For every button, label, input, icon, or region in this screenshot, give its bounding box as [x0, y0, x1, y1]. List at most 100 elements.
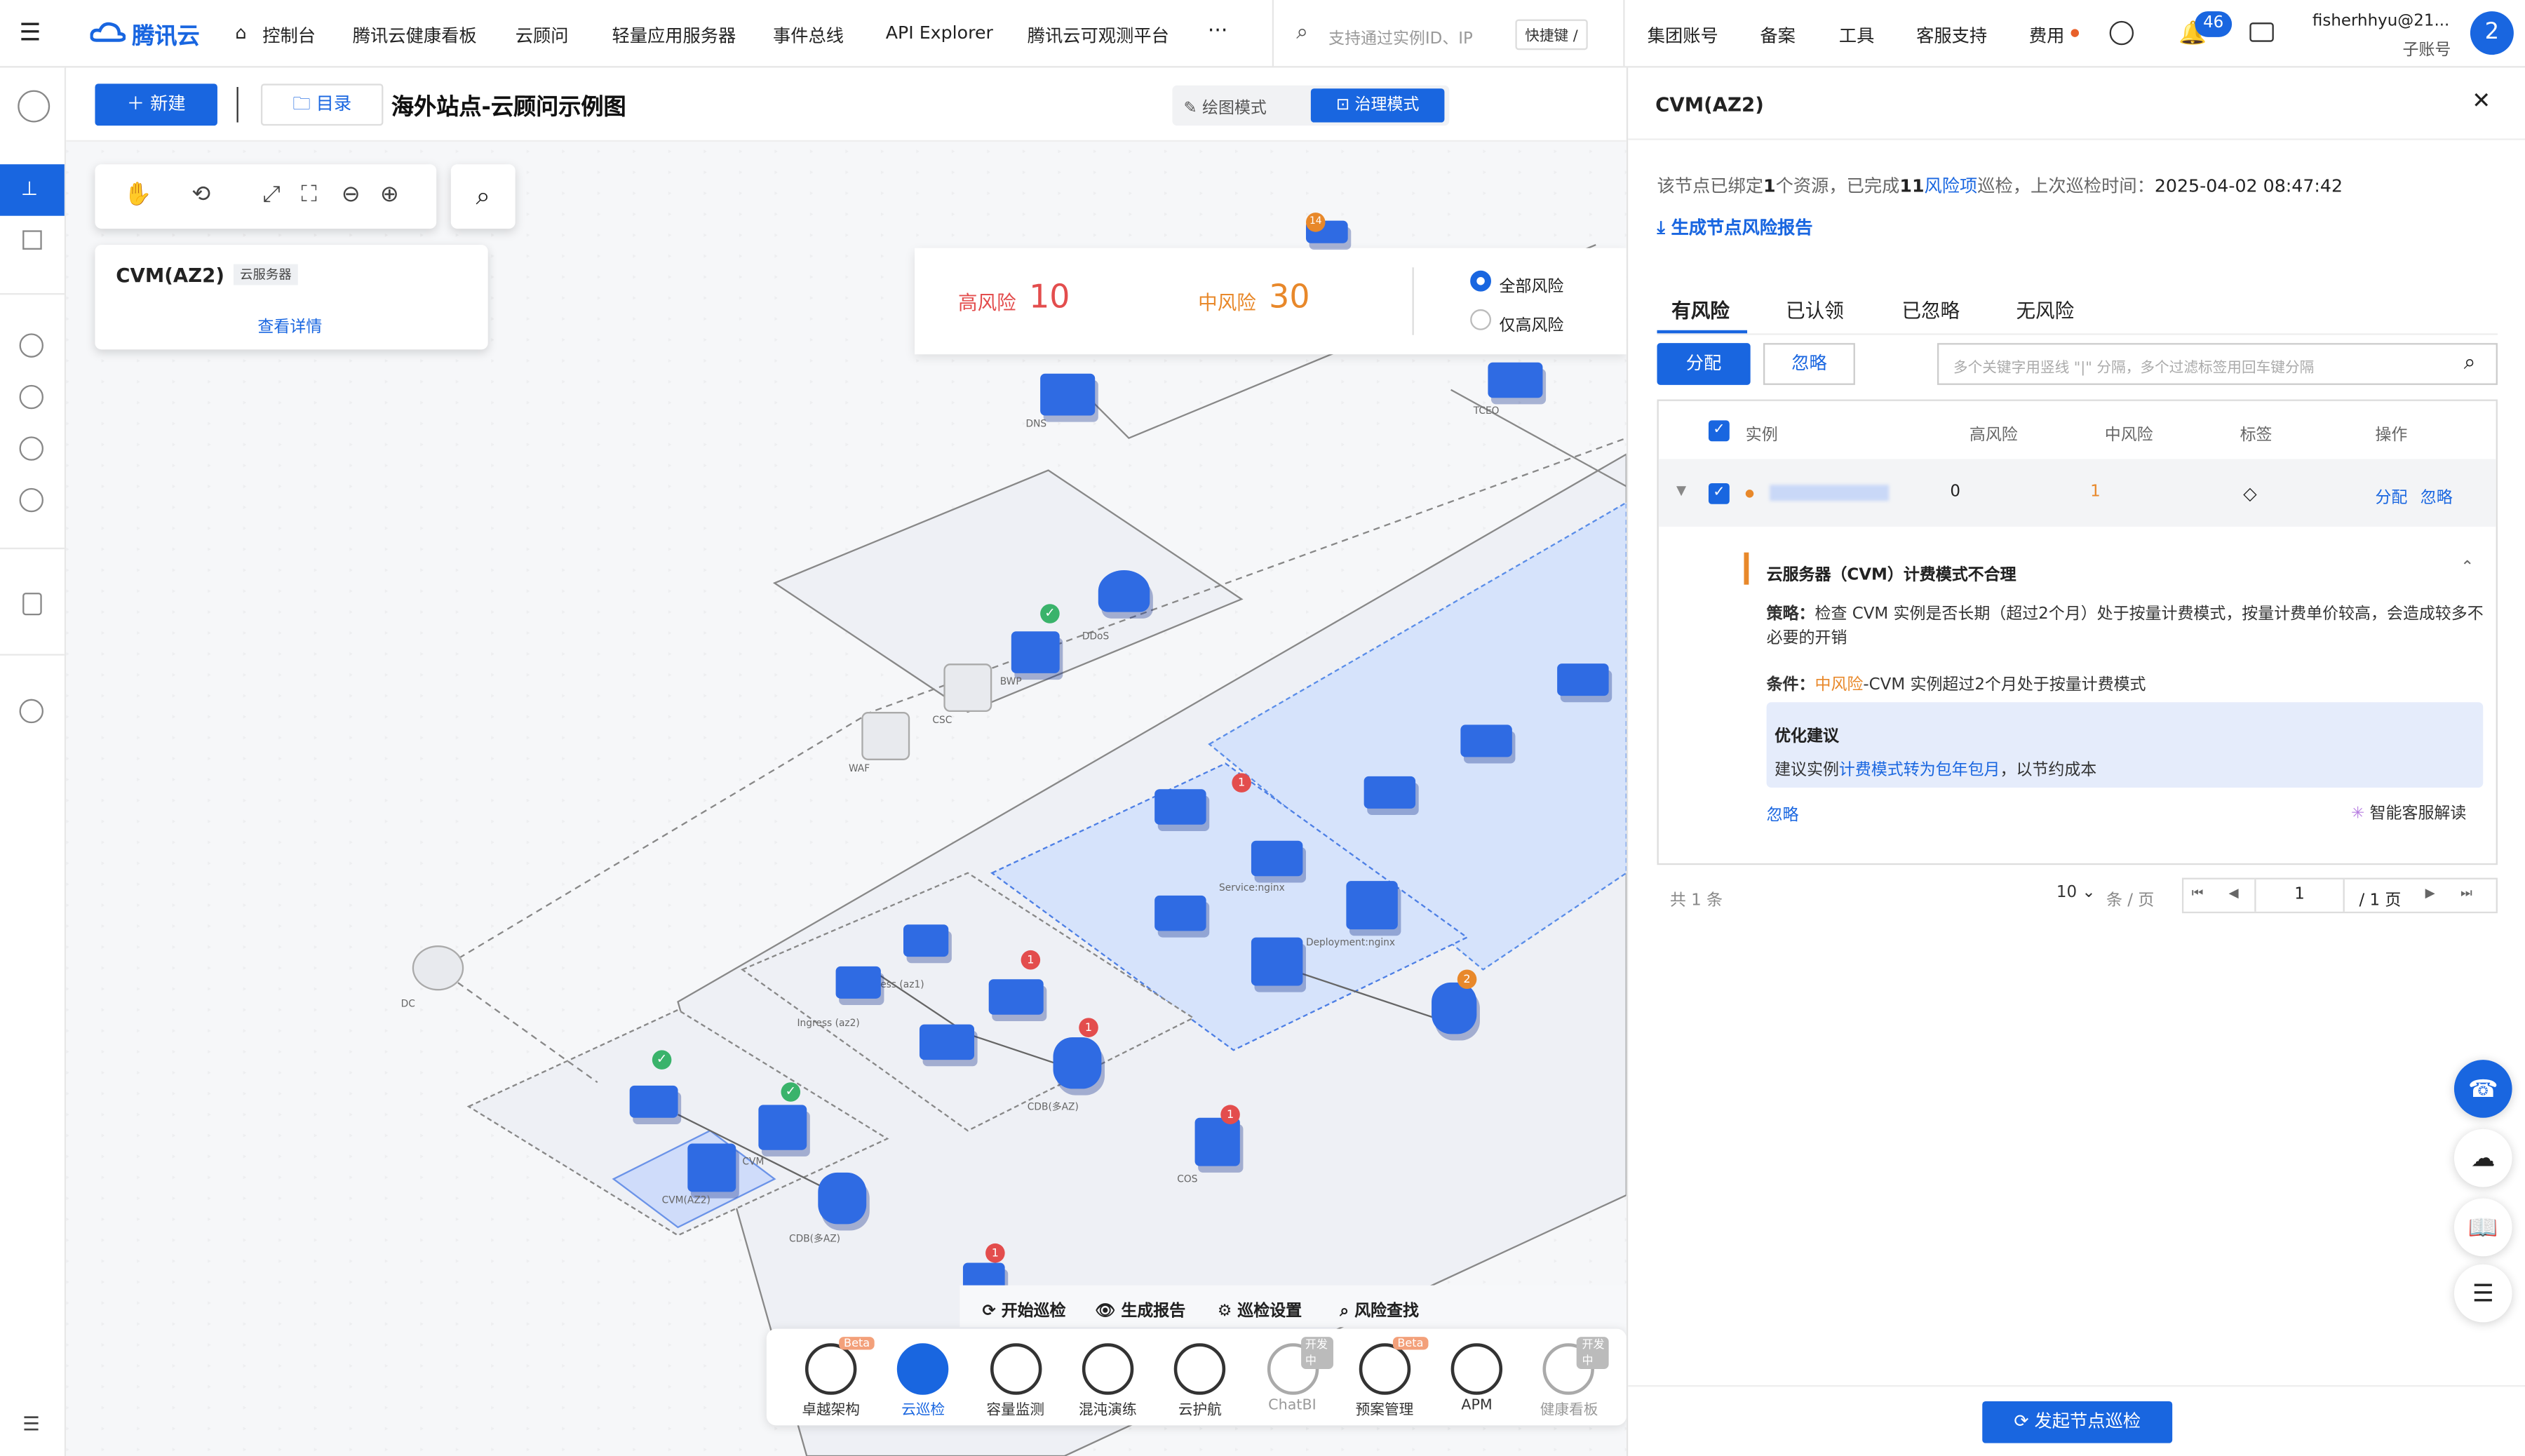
diagram-node-service-kubia[interactable]	[1364, 776, 1416, 809]
dock-item-chatbi[interactable]: ChatBI 开发中	[1252, 1337, 1333, 1420]
nav-health-board[interactable]: 腾讯云健康看板	[353, 22, 477, 48]
tab-has-risk[interactable]: 有风险	[1671, 297, 1730, 324]
detail-ignore-link[interactable]: 忽略	[1767, 800, 1799, 825]
cloud-icon[interactable]: ☁	[2453, 1128, 2512, 1187]
risk-icon[interactable]	[19, 333, 43, 358]
nav-icp[interactable]: 备案	[1760, 22, 1796, 48]
govern-mode-tab[interactable]: ⊡ 治理模式	[1310, 88, 1445, 123]
diagram-node-bwp[interactable]	[1011, 631, 1060, 673]
avatar[interactable]: 2	[2470, 11, 2514, 55]
diagram-node-dc[interactable]	[412, 945, 464, 991]
expand-caret-icon[interactable]: ▼	[1676, 483, 1686, 498]
nav-console[interactable]: 控制台	[262, 22, 316, 48]
summary-risk-link[interactable]: 风险项	[1925, 175, 1978, 196]
draw-mode-tab[interactable]: ✎ 绘图模式	[1183, 93, 1266, 117]
nav-tools[interactable]: 工具	[1839, 22, 1875, 48]
dock-item-architecture[interactable]: 卓越架构 Beta	[790, 1337, 875, 1420]
diagram-node-cdb[interactable]	[1432, 982, 1477, 1034]
diagram-node-cvm-az2[interactable]	[687, 1143, 736, 1192]
book-icon[interactable]	[22, 230, 42, 250]
dock-item-chaos[interactable]: 混沌演练	[1068, 1337, 1148, 1420]
diagram-node-service-kubia[interactable]	[1460, 724, 1512, 757]
tab-no-risk[interactable]: 无风险	[2016, 297, 2074, 324]
target-icon[interactable]	[19, 436, 43, 461]
tab-ignored[interactable]: 已忽略	[1901, 297, 1960, 324]
diagram-node-service-kubia[interactable]	[1557, 663, 1609, 696]
diagram-node-cdb[interactable]	[1053, 1037, 1102, 1089]
diagram-node-dns[interactable]	[1040, 373, 1096, 416]
zoom-in-icon[interactable]: ⊕	[380, 182, 399, 208]
diagram-node-waf[interactable]	[861, 712, 910, 760]
diagram-node-lb[interactable]	[988, 979, 1044, 1015]
nav-eventbridge[interactable]: 事件总线	[773, 22, 844, 48]
assign-button[interactable]: 分配	[1657, 343, 1751, 385]
rotate-icon[interactable]: ⟲	[191, 182, 210, 208]
dock-item-apm[interactable]: APM	[1436, 1337, 1517, 1420]
architecture-canvas[interactable]: ＋ 新建 🗀 目录 海外站点-云顾问示例图 ✎ 绘图模式 ⊡ 治理模式 ✋ ⟲ …	[66, 67, 1627, 1456]
account-name[interactable]: fisherhhyu@21...	[2312, 13, 2449, 30]
select-all-checkbox[interactable]: ✓	[1708, 420, 1730, 442]
row-ignore-link[interactable]: 忽略	[2420, 483, 2453, 507]
generate-node-report-button[interactable]: ⤓ 生成节点风险报告	[1657, 214, 1812, 240]
nav-support[interactable]: 客服支持	[1916, 22, 1987, 48]
dock-item-capacity[interactable]: 容量监测	[975, 1337, 1056, 1420]
diagram-node-lb[interactable]	[919, 1024, 975, 1060]
nav-api-explorer[interactable]: API Explorer	[886, 22, 993, 43]
suggestion-link[interactable]: 计费模式转为包年包月	[1839, 762, 2000, 779]
collapse-sidebar-icon[interactable]: ☰	[22, 1413, 40, 1435]
nav-group-account[interactable]: 集团账号	[1648, 22, 1718, 48]
ignore-button[interactable]: 忽略	[1763, 343, 1855, 385]
hand-icon[interactable]: ✋	[124, 182, 152, 208]
risk-find-button[interactable]: ⌕ 风险查找	[1340, 1297, 1419, 1321]
diagram-node-ingress-az1[interactable]	[903, 924, 949, 957]
sidebar-item-architecture[interactable]: ⊥	[0, 164, 65, 216]
search-icon[interactable]: ⌕	[2464, 351, 2476, 375]
tab-claimed[interactable]: 已认领	[1786, 297, 1844, 324]
diagram-node-csc[interactable]	[943, 663, 992, 713]
dock-item-cloud-inspect[interactable]: 云巡检	[883, 1337, 964, 1420]
dock-item-escort[interactable]: 云护航	[1159, 1337, 1240, 1420]
scan-settings-button[interactable]: ⚙ 巡检设置	[1218, 1297, 1302, 1321]
tag-icon[interactable]	[22, 593, 42, 616]
brand-name[interactable]: 腾讯云	[132, 20, 199, 52]
page-size-select[interactable]: 10 ⌄	[2056, 884, 2096, 902]
view-details-link[interactable]: 查看详情	[257, 313, 322, 337]
message-icon[interactable]	[2249, 22, 2274, 42]
filter-input[interactable]: 多个关键字用竖线 "|" 分隔，多个过滤标签用回车键分隔 ⌕	[1937, 343, 2498, 385]
docs-icon[interactable]: 📖	[2453, 1198, 2512, 1257]
table-row[interactable]: ▼ ✓ 0 1 ◇ 分配 忽略	[1658, 459, 2496, 527]
dock-item-health[interactable]: 健康看板 开发中	[1529, 1337, 1610, 1420]
diagram-node-ddos[interactable]	[1098, 569, 1150, 612]
menu-icon[interactable]: ☰	[20, 20, 47, 44]
nav-observability[interactable]: 腾讯云可观测平台	[1028, 22, 1169, 48]
shield-icon[interactable]	[19, 487, 43, 513]
tag-icon[interactable]: ◇	[2243, 483, 2256, 504]
compass-icon[interactable]	[2109, 20, 2134, 46]
instance-id-redacted[interactable]	[1770, 485, 1890, 501]
nav-billing[interactable]: 费用	[2029, 22, 2065, 48]
diagram-node-deployment[interactable]	[1251, 937, 1303, 986]
diagram-node-ingress-az2[interactable]	[835, 966, 881, 999]
diagram-node-ingress-nginx[interactable]	[1154, 789, 1206, 825]
collapse-icon[interactable]: ⌃	[2460, 559, 2474, 577]
diagram-title[interactable]: 海外站点-云顾问示例图	[391, 90, 626, 123]
next-page-icon[interactable]: ▶	[2425, 886, 2435, 901]
diagram-node-tceo[interactable]	[1488, 362, 1543, 398]
prev-page-icon[interactable]: ◀	[2229, 886, 2239, 901]
page-input[interactable]: 1	[2254, 879, 2345, 912]
start-node-scan-button[interactable]: ⟳ 发起节点巡检	[1982, 1401, 2173, 1443]
global-search-input[interactable]: 支持通过实例ID、IP	[1328, 24, 1473, 48]
user-icon[interactable]	[18, 90, 50, 123]
diagram-node-service-nginx[interactable]	[1251, 840, 1303, 877]
directory-button[interactable]: 🗀 目录	[260, 83, 384, 126]
home-icon[interactable]: ⌂	[235, 22, 246, 43]
canvas-search-icon[interactable]: ⌕	[450, 164, 516, 229]
monitor-icon[interactable]	[19, 384, 43, 410]
fullscreen-icon[interactable]: ⛶	[301, 182, 317, 208]
generate-report-button[interactable]: 👁 生成报告	[1095, 1297, 1185, 1321]
list-icon[interactable]: ☰	[2453, 1264, 2512, 1323]
diagram-node-cdb[interactable]	[818, 1172, 867, 1225]
radio-all-risk[interactable]	[1470, 270, 1492, 292]
fit-icon[interactable]: ⤢	[262, 182, 281, 208]
nav-advisor[interactable]: 云顾问	[516, 22, 569, 48]
